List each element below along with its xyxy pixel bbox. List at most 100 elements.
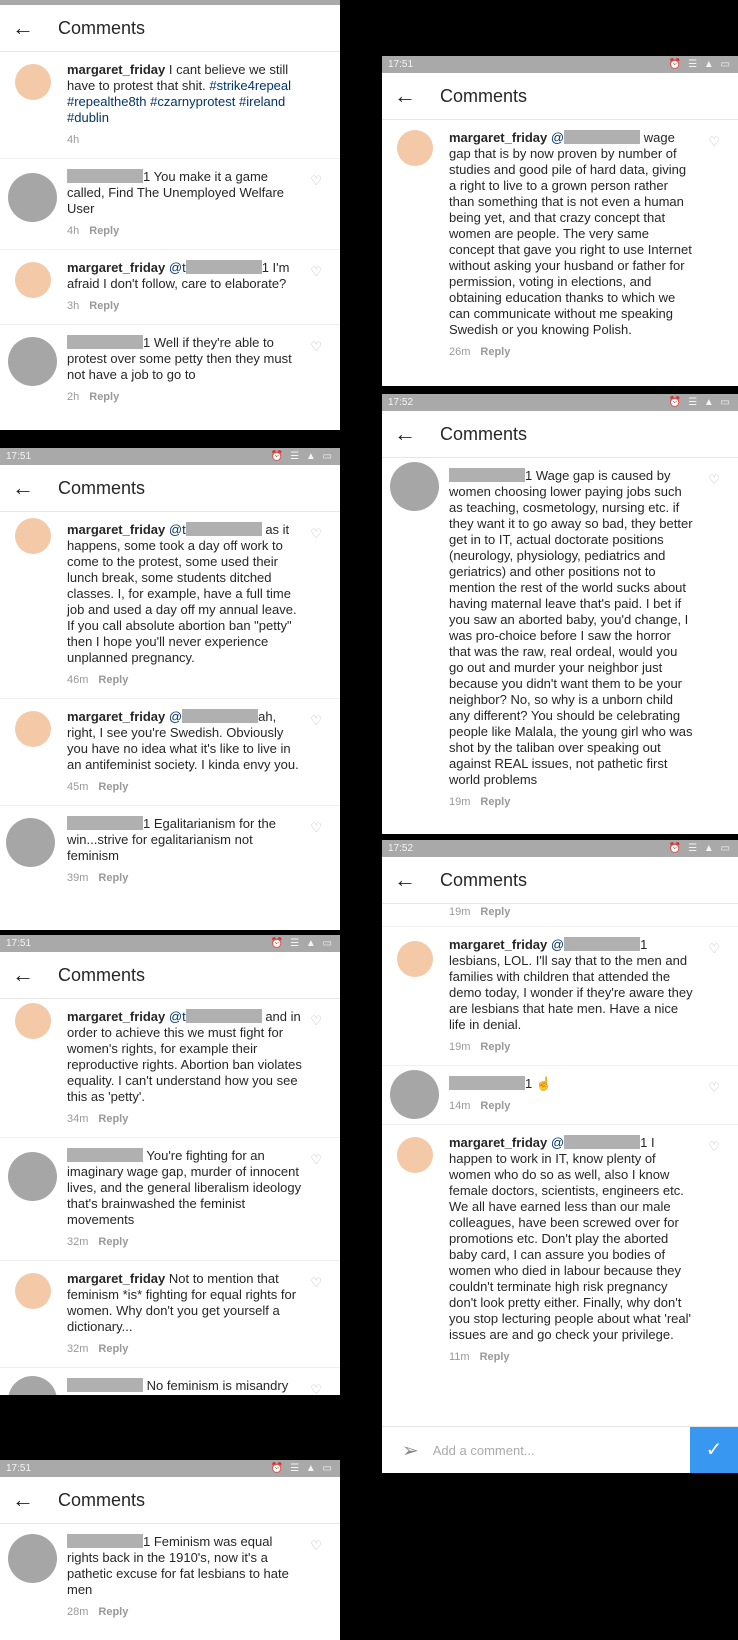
mention[interactable]: @t [169,260,186,275]
heart-icon[interactable]: ♡ [708,1139,720,1155]
page-title: Comments [58,477,146,498]
status-icons: ⏰ ☰ ▲ ▭ [270,938,334,949]
mention[interactable]: @ [551,1135,564,1150]
heart-icon[interactable]: ♡ [310,1382,322,1395]
heart-icon[interactable]: ♡ [310,526,322,542]
status-bar: 17:52 ⏰ ☰ ▲ ▭ [382,840,738,857]
mention[interactable]: @ [551,130,564,145]
username[interactable]: margaret_friday [449,937,547,952]
heart-icon[interactable]: ♡ [310,1538,322,1554]
back-arrow-icon[interactable]: ← [394,73,420,119]
comment-time: 19m [449,1041,471,1053]
comment-time: 19m [449,796,471,808]
status-icons: ⏰ ☰ ▲ ▭ [270,451,334,462]
reply-button[interactable]: Reply [98,1113,128,1125]
heart-icon[interactable]: ♡ [310,1013,322,1029]
comment-time: 2h [67,391,80,403]
avatar [8,1534,57,1583]
reply-button[interactable]: Reply [98,781,128,793]
reply-button[interactable]: Reply [89,225,119,237]
heart-icon[interactable]: ♡ [708,472,720,488]
reply-button[interactable]: Reply [480,796,510,808]
username[interactable]: margaret_friday [67,260,165,275]
avatar [8,173,57,222]
comment: margaret_friday @ wage gap that is by no… [382,120,738,370]
redacted-username [67,169,143,183]
heart-icon[interactable]: ♡ [708,941,720,957]
page-title: Comments [440,869,528,890]
paper-plane-icon[interactable]: ➢ [402,1438,419,1463]
status-bar: 17:51 ⏰ ☰ ▲ ▭ [0,1460,340,1477]
comment-text: 1 ☝ [525,1076,553,1091]
reply-button[interactable]: Reply [98,1343,128,1355]
left-screen-1: ← Comments margaret_friday I cant believ… [0,0,340,430]
heart-icon[interactable]: ♡ [708,1080,720,1096]
reply-button[interactable]: Reply [98,1236,128,1248]
avatar [15,1273,51,1309]
username[interactable]: margaret_friday [449,130,547,145]
comment-text: wage gap that is by now proven by number… [449,130,692,337]
header: ← Comments [0,952,340,999]
heart-icon[interactable]: ♡ [310,173,322,189]
comment-input[interactable]: Add a comment... [433,1443,690,1458]
comment-time: 28m [67,1606,89,1618]
username[interactable]: margaret_friday [67,522,165,537]
page-title: Comments [58,1489,146,1510]
send-check-button[interactable]: ✓ [690,1427,738,1473]
status-icons: ⏰ ☰ ▲ ▭ [668,843,732,854]
back-arrow-icon[interactable]: ← [394,857,420,903]
right-screen-3: 17:52 ⏰ ☰ ▲ ▭ ← Comments 19m Reply margare… [382,840,738,1473]
heart-icon[interactable]: ♡ [310,1275,322,1291]
username[interactable]: margaret_friday [67,62,165,77]
back-arrow-icon[interactable]: ← [12,5,38,51]
redacted-username [449,1076,525,1090]
reply-button[interactable]: Reply [480,906,510,918]
avatar [390,462,439,511]
avatar [8,1376,57,1395]
back-arrow-icon[interactable]: ← [12,1477,38,1523]
reply-button[interactable]: Reply [480,1351,510,1363]
heart-icon[interactable]: ♡ [310,713,322,729]
header: ← Comments [382,857,738,904]
username[interactable]: margaret_friday [67,1009,165,1024]
page-title: Comments [58,17,146,38]
username[interactable]: margaret_friday [67,709,165,724]
reply-button[interactable]: Reply [89,300,119,312]
comment: 1 You make it a game called, Find The Un… [0,159,340,250]
comment: margaret_friday I cant believe we still … [0,52,340,159]
reply-button[interactable]: Reply [98,1606,128,1618]
comment-time: 19m [449,906,471,918]
comment-time: 4h [67,225,80,237]
avatar [8,1152,57,1201]
username[interactable]: margaret_friday [67,1271,165,1286]
reply-button[interactable]: Reply [98,674,128,686]
heart-icon[interactable]: ♡ [310,820,322,836]
back-arrow-icon[interactable]: ← [12,465,38,511]
mention[interactable]: @t [169,522,186,537]
comment-time: 3h [67,300,80,312]
comment: margaret_friday @ ah, right, I see you're… [0,699,340,806]
reply-button[interactable]: Reply [480,1100,510,1112]
reply-button[interactable]: Reply [480,346,510,358]
heart-icon[interactable]: ♡ [310,339,322,355]
right-screen-1: 17:51 ⏰ ☰ ▲ ▭ ← Comments margaret_friday … [382,56,738,386]
username[interactable]: margaret_friday [449,1135,547,1150]
heart-icon[interactable]: ♡ [708,134,720,150]
status-icons: ⏰ ☰ ▲ ▭ [270,1463,334,1474]
comment-time: 34m [67,1113,89,1125]
comment-time: 45m [67,781,89,793]
mention[interactable]: @ [551,937,564,952]
comment-time: 11m [449,1351,470,1363]
mention[interactable]: @ [169,709,182,724]
reply-button[interactable]: Reply [480,1041,510,1053]
reply-button[interactable]: Reply [98,872,128,884]
mention[interactable]: @t [169,1009,186,1024]
back-arrow-icon[interactable]: ← [12,952,38,998]
comment: 1 Egalitarianism for the win...strive fo… [0,806,340,896]
comment: 1 Well if they're able to protest over s… [0,325,340,415]
heart-icon[interactable]: ♡ [310,1152,322,1168]
back-arrow-icon[interactable]: ← [394,411,420,457]
heart-icon[interactable]: ♡ [310,264,322,280]
reply-button[interactable]: Reply [89,391,119,403]
redacted-username [564,937,641,951]
